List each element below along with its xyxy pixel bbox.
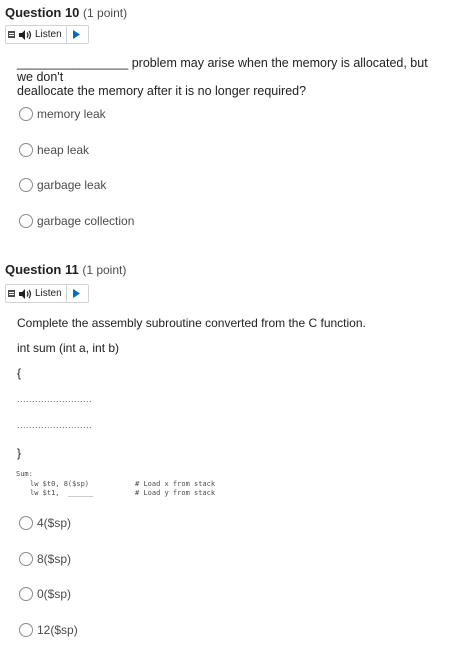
listen-label: Listen [35, 288, 62, 299]
speaker-icon [19, 288, 32, 299]
option-garbage-collection[interactable]: garbage collection [19, 211, 134, 231]
option-label: 12($sp) [37, 623, 78, 637]
option-memory-leak[interactable]: memory leak [19, 104, 106, 124]
code-instruction-1: lw $t0, 8($sp) [30, 480, 90, 488]
radio-button[interactable] [19, 552, 33, 566]
question-10-blank: ________________ [17, 56, 129, 70]
speaker-icon [19, 29, 32, 40]
question-10-prompt-line2: deallocate the memory after it is no lon… [17, 84, 307, 98]
question-11-points: (1 point) [82, 263, 127, 277]
listen-menu-icon[interactable] [6, 26, 16, 43]
option-4-sp[interactable]: 4($sp) [19, 513, 71, 533]
code-instruction-2: lw $t1, [30, 489, 60, 497]
close-brace: } [17, 446, 22, 460]
option-label: garbage leak [37, 178, 107, 192]
listen-button-q11[interactable]: Listen [5, 284, 89, 303]
option-label: 0($sp) [37, 587, 72, 601]
question-11-number: Question 11 [5, 262, 79, 277]
question-11-signature: int sum (int a, int b) [17, 341, 120, 355]
option-garbage-leak[interactable]: garbage leak [19, 175, 106, 195]
code-label: Sum: [16, 470, 33, 478]
question-11-title: Question 11 (1 point) [5, 262, 126, 277]
option-label: garbage collection [37, 214, 135, 228]
option-label: memory leak [37, 107, 106, 121]
radio-button[interactable] [19, 143, 33, 157]
option-label: heap leak [37, 143, 90, 157]
listen-label: Listen [35, 29, 62, 40]
code-blank: ______ [68, 489, 94, 497]
open-brace: { [17, 366, 22, 380]
radio-button[interactable] [19, 587, 33, 601]
option-label: 8($sp) [37, 552, 72, 566]
radio-button[interactable] [19, 178, 33, 192]
radio-button[interactable] [19, 107, 33, 121]
play-icon[interactable] [65, 26, 86, 43]
listen-menu-icon[interactable] [6, 285, 16, 302]
radio-button[interactable] [19, 623, 33, 637]
question-11-instruction: Complete the assembly subroutine convert… [17, 316, 366, 330]
assembly-code-image: Sum: lw $t0, 8($sp) lw $t1, ______ # Loa… [16, 470, 246, 500]
radio-button[interactable] [19, 214, 33, 228]
code-comment-1: # Load x from stack [135, 480, 216, 488]
option-12-sp[interactable]: 12($sp) [19, 620, 78, 640]
question-10-points: (1 point) [83, 6, 128, 20]
option-8-sp[interactable]: 8($sp) [19, 549, 71, 569]
question-10-title: Question 10 (1 point) [5, 5, 127, 20]
option-heap-leak[interactable]: heap leak [19, 140, 89, 160]
code-placeholder-line-1: ......................... [17, 394, 93, 404]
question-10-prompt: ________________ problem may arise when … [17, 56, 447, 98]
option-0-sp[interactable]: 0($sp) [19, 584, 71, 604]
code-comment-2: # Load y from stack [135, 489, 216, 497]
listen-button-q10[interactable]: Listen [5, 25, 89, 44]
code-placeholder-line-2: ......................... [17, 420, 93, 430]
option-label: 4($sp) [37, 516, 72, 530]
question-10-number: Question 10 [5, 5, 80, 20]
radio-button[interactable] [19, 516, 33, 530]
play-icon[interactable] [65, 285, 86, 302]
